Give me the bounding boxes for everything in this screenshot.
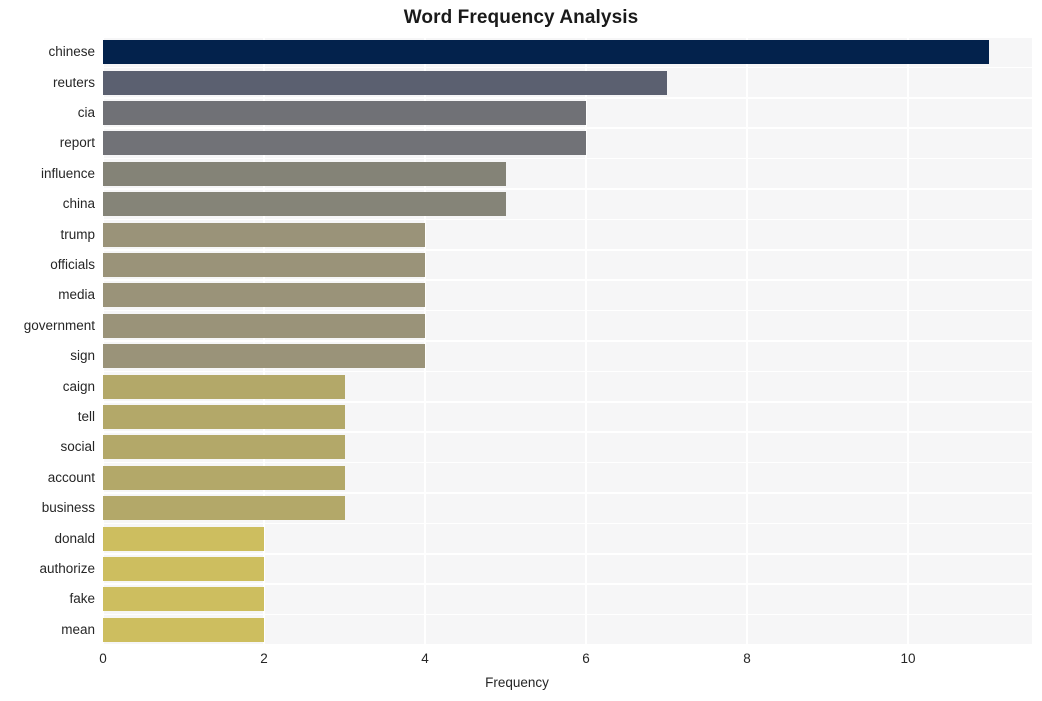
x-axis-title: Frequency [0,675,1042,690]
gridline-horizontal [103,127,1032,129]
x-axis-title-text: Frequency [485,675,549,690]
y-tick-fake: fake [69,591,95,607]
gridline-horizontal [103,401,1032,403]
bar-business[interactable] [103,496,345,521]
bar-social[interactable] [103,435,345,460]
gridline-horizontal [103,309,1032,312]
x-tick-2: 2 [260,651,268,666]
gridline-horizontal [103,249,1032,251]
gridline-horizontal [103,492,1032,494]
bar-caign[interactable] [103,374,345,399]
y-tick-chinese: chinese [48,44,95,60]
bar-officials[interactable] [103,253,425,277]
gridline-horizontal [103,644,1032,645]
y-tick-trump: trump [60,226,95,242]
gridline-horizontal [103,370,1032,373]
bar-mean[interactable] [103,617,264,642]
chart-title: Word Frequency Analysis [403,7,639,28]
gridline-horizontal [103,553,1032,555]
y-tick-officials: officials [50,257,95,272]
y-tick-report: report [59,135,95,151]
bar-sign[interactable] [103,344,425,369]
gridline-horizontal [103,66,1032,69]
bar-government[interactable] [103,313,425,338]
x-axis-tick-labels: 0 2 4 6 8 10 [0,651,1042,671]
x-tick-6: 6 [582,651,590,666]
gridline-horizontal [103,157,1032,160]
gridline-horizontal [103,522,1032,525]
bar-authorize[interactable] [103,557,264,581]
gridline-vertical [585,37,587,645]
gridline-vertical [746,37,748,645]
gridline-horizontal [103,461,1032,464]
y-tick-china: china [62,196,95,212]
x-tick-4: 4 [421,651,429,666]
x-tick-10: 10 [900,651,916,666]
bar-tell[interactable] [103,405,345,429]
bar-china[interactable] [103,192,506,217]
plot-area [103,37,1032,645]
x-tick-0: 0 [99,651,107,666]
bar-account[interactable] [103,465,345,490]
chart-figure: Word Frequency Analysis chinese reuters ci… [0,0,1042,701]
gridline-vertical [103,37,104,645]
y-tick-cia: cia [77,105,95,120]
gridline-horizontal [103,431,1032,433]
bar-report[interactable] [103,131,586,156]
bar-influence[interactable] [103,161,506,186]
gridline-horizontal [103,613,1032,616]
gridline-vertical [263,37,265,645]
gridline-horizontal [103,188,1032,190]
y-axis-tick-labels: chinese reuters cia report influence china tru… [0,37,95,645]
y-tick-caign: caign [62,378,95,394]
bar-media[interactable] [103,283,425,308]
gridline-horizontal [103,37,1032,38]
gridline-horizontal [103,218,1032,221]
gridline-horizontal [103,340,1032,342]
gridline-vertical [424,37,426,645]
y-tick-media: media [58,287,95,303]
y-tick-influence: influence [40,165,95,181]
y-tick-government: government [23,317,95,333]
bar-chinese[interactable] [103,40,989,65]
gridline-horizontal [103,583,1032,585]
y-tick-social: social [60,439,95,455]
y-tick-donald: donald [54,530,95,546]
x-tick-8: 8 [743,651,751,666]
bar-reuters[interactable] [103,70,667,95]
y-tick-business: business [41,500,95,516]
gridline-horizontal [103,279,1032,281]
y-tick-authorize: authorize [39,561,95,576]
y-tick-sign: sign [70,348,95,364]
y-tick-reuters: reuters [52,74,95,90]
gridline-horizontal [103,97,1032,99]
bar-trump[interactable] [103,222,425,247]
bar-fake[interactable] [103,587,264,612]
gridline-vertical [907,37,909,645]
bar-donald[interactable] [103,526,264,551]
y-tick-account: account [47,469,95,485]
y-tick-mean: mean [61,621,95,637]
y-tick-tell: tell [77,409,95,424]
bar-cia[interactable] [103,101,586,125]
